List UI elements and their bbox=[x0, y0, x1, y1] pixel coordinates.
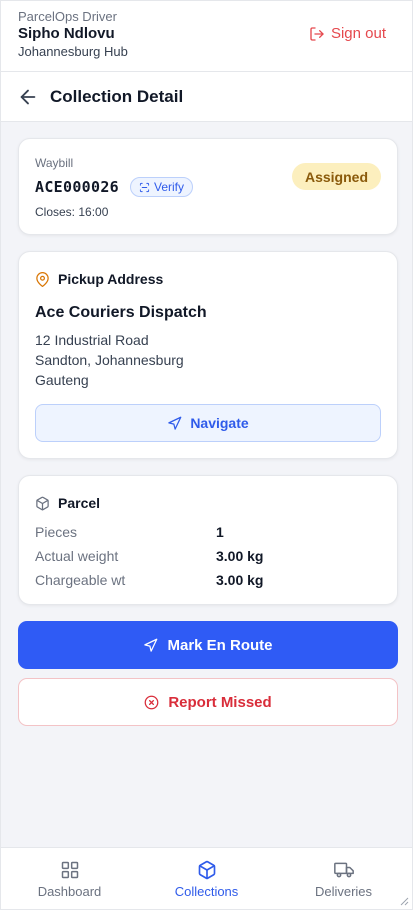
parcel-card: Parcel Pieces 1 Actual weight 3.00 kg Ch… bbox=[18, 475, 398, 605]
nav-label: Deliveries bbox=[314, 884, 373, 899]
report-missed-label: Report Missed bbox=[168, 693, 272, 711]
bottom-nav: Dashboard Collections Deliveries bbox=[1, 847, 412, 909]
navigate-button[interactable]: Navigate bbox=[35, 404, 381, 442]
truck-icon bbox=[333, 862, 354, 878]
company-name: Ace Couriers Dispatch bbox=[35, 304, 207, 321]
hub-name: Johannesburg Hub bbox=[18, 44, 128, 59]
sign-out-icon bbox=[310, 26, 324, 41]
page-header: Collection Detail bbox=[1, 72, 412, 122]
nav-dashboard[interactable]: Dashboard bbox=[1, 860, 138, 899]
resize-grip-icon[interactable] bbox=[399, 896, 409, 906]
row-label: Chargeable wt bbox=[35, 572, 126, 588]
status-badge: Assigned bbox=[291, 163, 381, 190]
row-value: 3.00 kg bbox=[216, 572, 264, 588]
closes-time: Closes: 16:00 bbox=[35, 205, 109, 219]
pickup-heading: Pickup Address bbox=[35, 271, 163, 287]
navigation-arrow-icon bbox=[168, 416, 182, 430]
app-window: ParcelOps Driver Sipho Ndlovu Johannesbu… bbox=[0, 0, 413, 910]
report-missed-button[interactable]: Report Missed bbox=[18, 678, 398, 726]
sign-out-button[interactable]: Sign out bbox=[309, 25, 386, 42]
page-title: Collection Detail bbox=[50, 87, 184, 106]
back-arrow-icon[interactable] bbox=[17, 86, 39, 108]
nav-label: Collections bbox=[174, 884, 239, 899]
address-line: 12 Industrial Road bbox=[35, 332, 149, 348]
nav-collections[interactable]: Collections bbox=[138, 860, 275, 899]
waybill-label: Waybill bbox=[35, 156, 74, 170]
row-label: Actual weight bbox=[35, 548, 119, 564]
waybill-number: ACE000026 bbox=[35, 178, 119, 196]
mark-en-route-button[interactable]: Mark En Route bbox=[18, 621, 398, 669]
row-value: 1 bbox=[216, 524, 224, 540]
pickup-heading-label: Pickup Address bbox=[58, 271, 164, 287]
address-line: Gauteng bbox=[35, 372, 89, 388]
parcel-heading-label: Parcel bbox=[58, 495, 101, 511]
driver-name: Sipho Ndlovu bbox=[18, 25, 115, 42]
x-circle-icon bbox=[144, 695, 159, 709]
row-label: Pieces bbox=[35, 524, 78, 540]
pickup-address-card: Pickup Address Ace Couriers Dispatch 12 … bbox=[18, 251, 398, 459]
app-name: ParcelOps Driver bbox=[18, 9, 117, 24]
nav-deliveries[interactable]: Deliveries bbox=[275, 860, 412, 899]
mark-en-route-label: Mark En Route bbox=[167, 636, 273, 654]
verify-button[interactable]: Verify bbox=[130, 177, 194, 197]
package-icon bbox=[36, 496, 49, 510]
waybill-card: Waybill ACE000026 Verify Closes: 16:00 A… bbox=[18, 138, 398, 235]
nav-label: Dashboard bbox=[37, 884, 102, 899]
map-pin-icon bbox=[36, 271, 49, 287]
parcel-heading: Parcel bbox=[35, 495, 100, 511]
grid-icon bbox=[61, 861, 78, 879]
box-icon bbox=[198, 860, 215, 880]
navigate-label: Navigate bbox=[190, 415, 249, 431]
navigation-arrow-icon bbox=[144, 638, 158, 652]
sign-out-label: Sign out bbox=[330, 25, 386, 42]
scan-icon bbox=[139, 182, 150, 192]
address-line: Sandton, Johannesburg bbox=[35, 352, 184, 368]
top-bar: ParcelOps Driver Sipho Ndlovu Johannesbu… bbox=[1, 1, 412, 72]
verify-label: Verify bbox=[154, 180, 185, 194]
row-value: 3.00 kg bbox=[216, 548, 264, 564]
